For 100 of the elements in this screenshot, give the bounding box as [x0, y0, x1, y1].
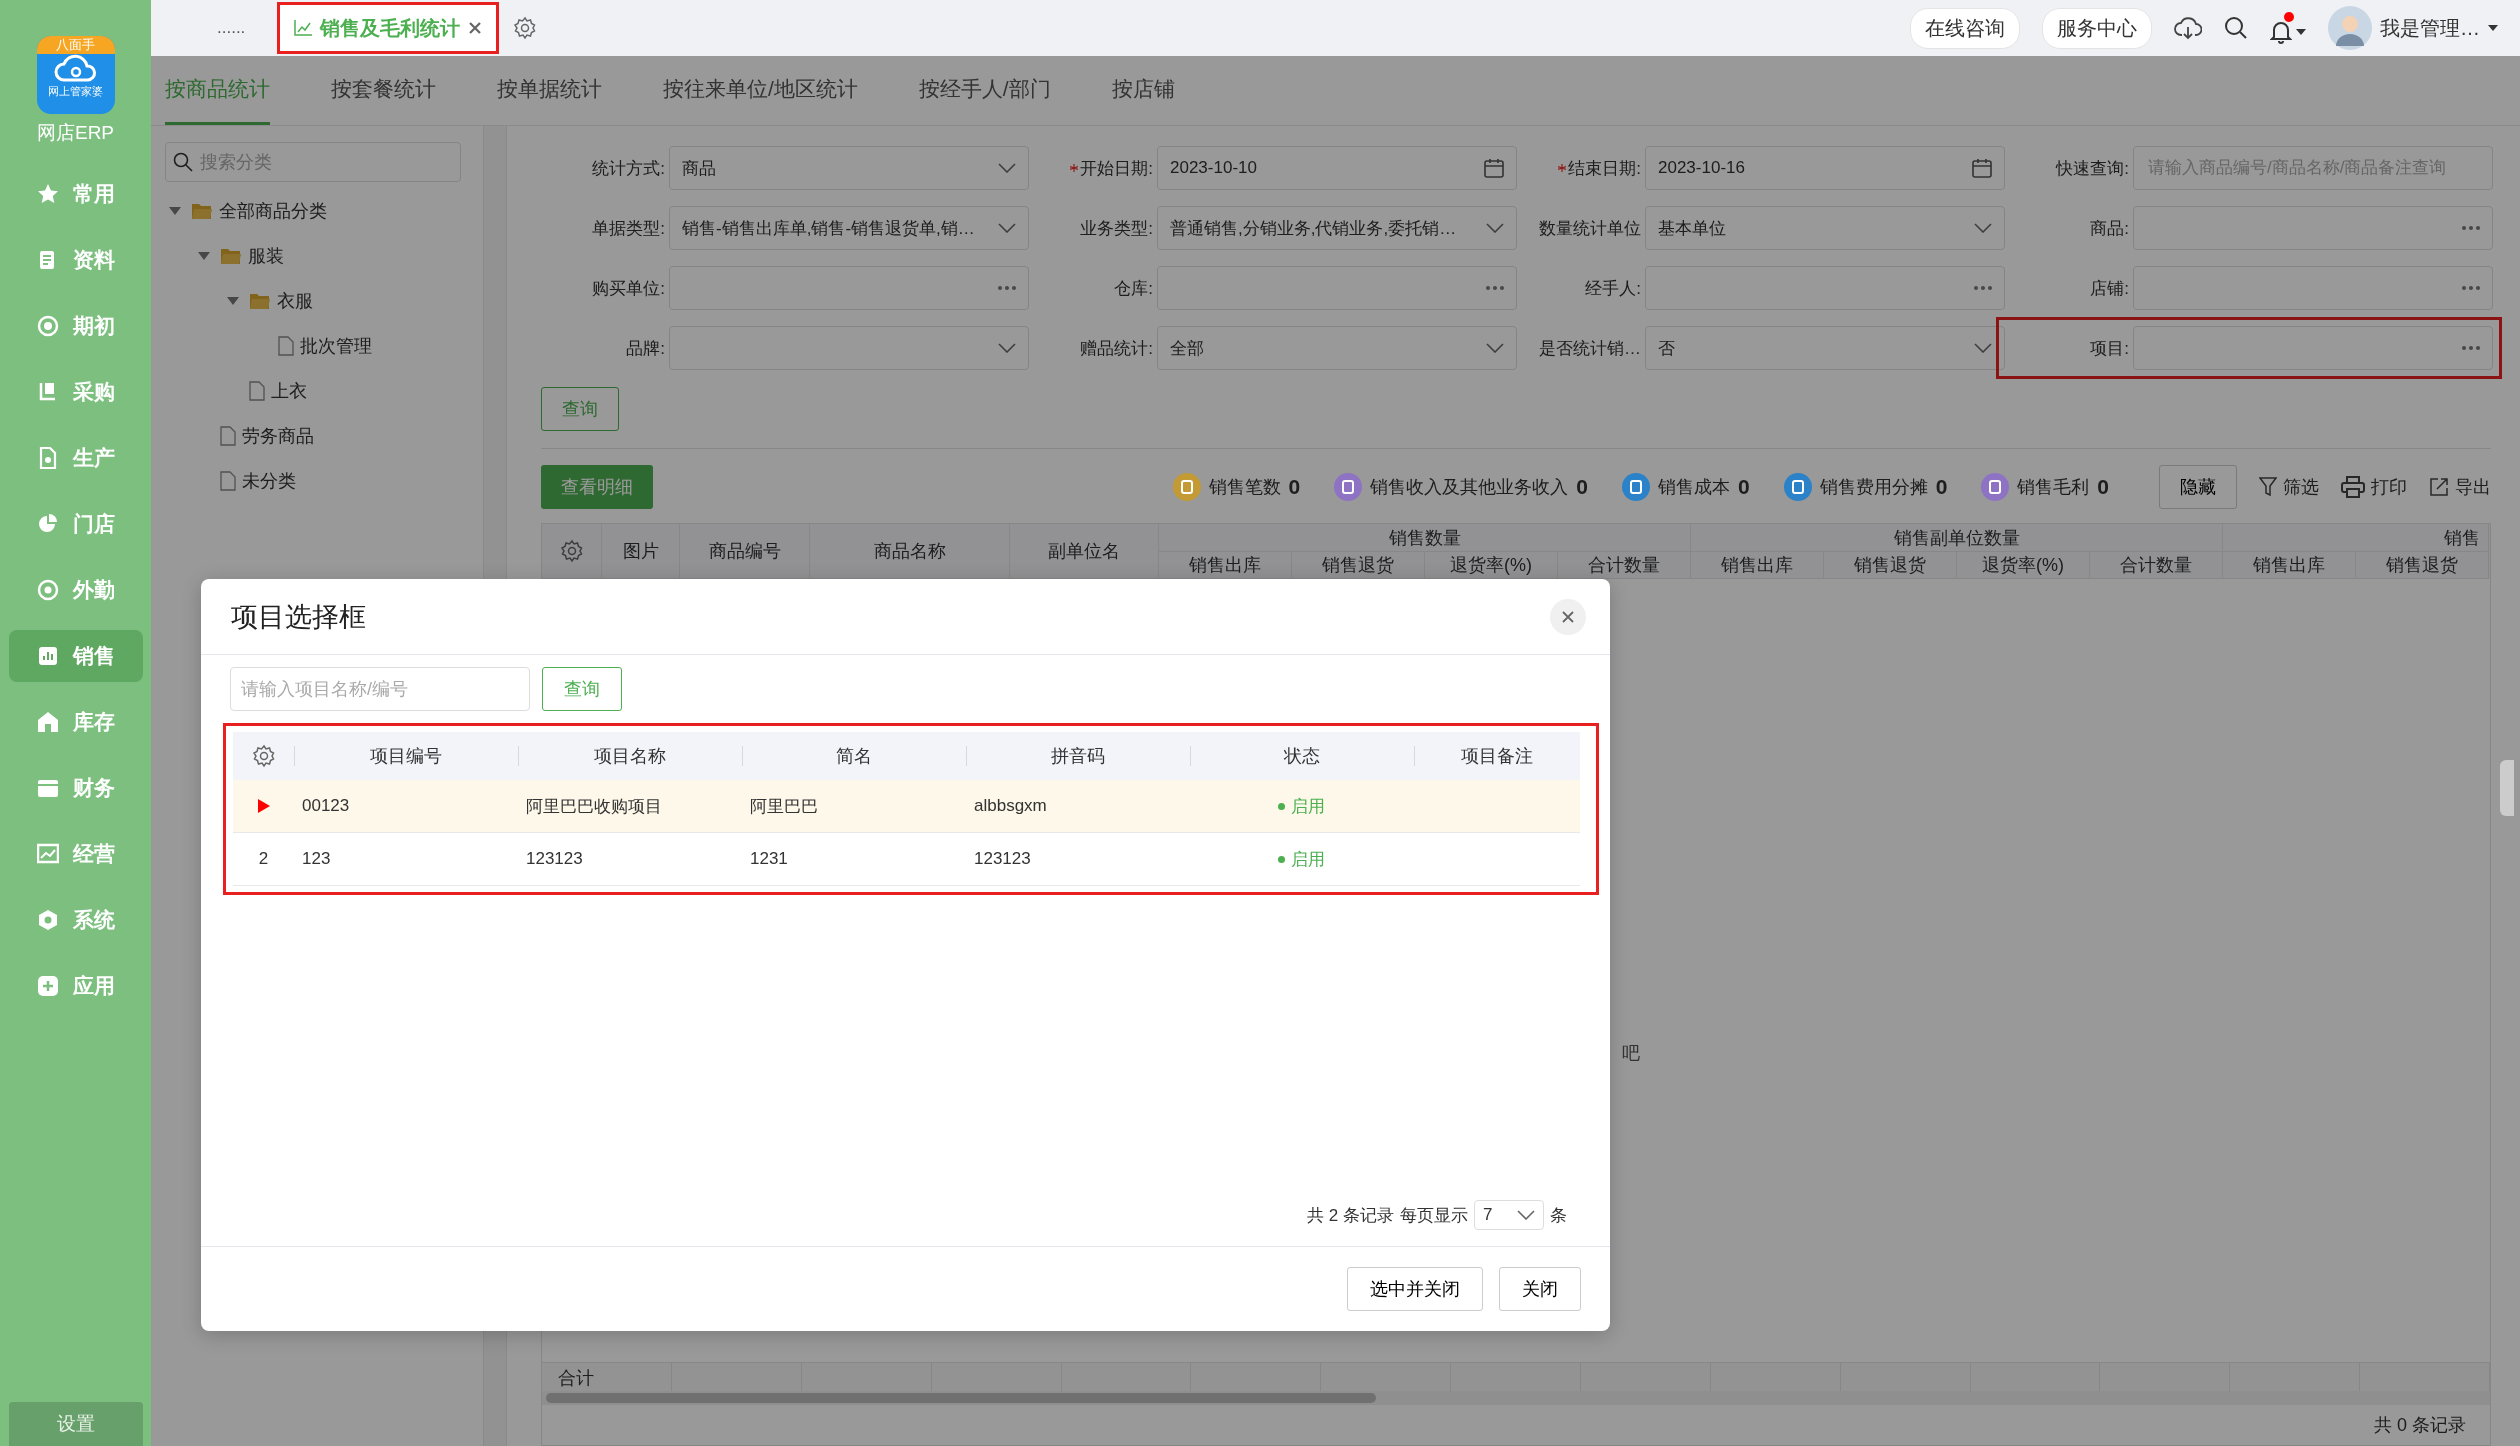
dialog-button[interactable]: 关闭	[1499, 1267, 1581, 1311]
stat-label: 销售费用分摊	[1819, 476, 1928, 499]
field-label: 购买单位:	[591, 277, 666, 300]
field-label: 品牌:	[625, 337, 666, 360]
toolbar-button[interactable]: 导出	[2429, 475, 2491, 499]
target-icon	[36, 579, 59, 601]
picker-field[interactable]	[669, 266, 1029, 310]
column-header: 销售退货	[2356, 552, 2489, 579]
bar-chart-icon	[36, 645, 59, 667]
report-tab[interactable]: 按单据统计	[497, 56, 602, 125]
more-icon[interactable]	[1486, 286, 1504, 290]
folder-icon	[191, 201, 213, 220]
field-label: 开始日期:	[1029, 146, 1157, 190]
file-icon	[278, 335, 294, 356]
page-size-unit: 条	[1550, 1204, 1567, 1227]
collapse-handle[interactable]	[2500, 760, 2514, 816]
field-label: 数量统计单位	[1538, 217, 1642, 240]
page-size-label: 每页显示	[1400, 1204, 1468, 1227]
field-label: 赠品统计:	[1079, 337, 1154, 360]
tree-item[interactable]: 劳务商品	[242, 423, 314, 448]
column-group-header: 销售	[2223, 524, 2489, 552]
tree-item[interactable]: 衣服	[277, 288, 313, 313]
stat-value: 0	[1576, 475, 1588, 499]
report-tab[interactable]: 按店铺	[1111, 56, 1175, 125]
date-field[interactable]: 2023-10-10	[1157, 146, 1517, 190]
tree-item[interactable]: 批次管理	[300, 333, 372, 358]
stat-label: 销售笔数	[1208, 476, 1281, 499]
hide-button[interactable]: 隐藏	[2159, 465, 2237, 509]
date-field[interactable]: 2023-10-16	[1645, 146, 2005, 190]
status-text: 启用	[1291, 795, 1325, 818]
column-header: 合计数量	[2090, 552, 2223, 579]
star-icon	[36, 183, 59, 205]
dialog-button[interactable]: 选中并关闭	[1347, 1267, 1483, 1311]
expand-toggle-icon[interactable]	[168, 205, 182, 216]
tree-item[interactable]: 服装	[248, 243, 284, 268]
page-size-select[interactable]: 7	[1474, 1200, 1544, 1230]
stat-value: 0	[2097, 475, 2109, 499]
field-label: 快速查询:	[2054, 157, 2130, 180]
logo-text: 网上管家婆	[48, 84, 103, 99]
column-header: 销售出库	[1691, 552, 1824, 579]
picker-field[interactable]	[2133, 206, 2493, 250]
tree-item[interactable]: 全部商品分类	[219, 198, 327, 223]
search-field[interactable]: 请输入项目名称/编号	[230, 667, 530, 711]
user-menu[interactable]: 我是管理…	[2328, 6, 2498, 50]
expand-toggle-icon[interactable]	[226, 295, 240, 306]
more-icon[interactable]	[2462, 346, 2480, 350]
more-icon[interactable]	[998, 286, 1016, 290]
report-tab[interactable]: 按套餐统计	[331, 56, 436, 125]
folder-icon	[220, 246, 242, 265]
column-group-header: 销售副单位数量	[1691, 524, 2223, 552]
header-link[interactable]: 在线咨询	[1910, 7, 2020, 49]
toolbar-button[interactable]: 打印	[2341, 475, 2407, 499]
dropdown-field[interactable]: 否	[1645, 326, 2005, 370]
settings-icon[interactable]	[513, 16, 537, 40]
field-label: 统计方式:	[591, 157, 666, 180]
field-label: 商品:	[2089, 217, 2130, 240]
tree-item[interactable]: 上衣	[271, 378, 307, 403]
column-settings-icon[interactable]	[559, 539, 584, 563]
field-label: 店铺:	[2089, 277, 2130, 300]
folder-icon	[249, 291, 271, 310]
file-icon	[220, 425, 236, 446]
dropdown-field[interactable]: 商品	[669, 146, 1029, 190]
more-tabs[interactable]: ......	[217, 18, 277, 38]
cloud-download-icon[interactable]	[2174, 16, 2202, 40]
toolbar-button[interactable]: 筛选	[2259, 475, 2319, 499]
chevron-down-icon	[998, 163, 1016, 173]
dropdown-field[interactable]: 销售-销售出库单,销售-销售退货单,销…	[669, 206, 1029, 250]
dropdown-field[interactable]: 基本单位	[1645, 206, 2005, 250]
scrollbar[interactable]	[542, 1391, 2490, 1405]
report-tab[interactable]: 按往来单位/地区统计	[663, 56, 858, 125]
column-header: 项目名称	[518, 732, 742, 780]
export-icon	[2429, 477, 2449, 497]
file-icon	[220, 470, 236, 491]
more-icon[interactable]	[2462, 226, 2480, 230]
stat-label: 销售收入及其他业务收入	[1370, 476, 1569, 499]
header-link[interactable]: 服务中心	[2042, 7, 2152, 49]
dropdown-field[interactable]	[669, 326, 1029, 370]
stat-label: 销售成本	[1657, 476, 1730, 499]
picker-field[interactable]	[2133, 266, 2493, 310]
line-chart-icon	[36, 843, 59, 865]
search-icon[interactable]	[2224, 16, 2248, 40]
expand-toggle-icon[interactable]	[197, 250, 211, 261]
report-tab[interactable]: 按经手人/部门	[918, 56, 1051, 125]
notification-button[interactable]	[2270, 12, 2306, 44]
more-icon[interactable]	[2462, 286, 2480, 290]
more-icon[interactable]	[1974, 286, 1992, 290]
dropdown-field[interactable]: 全部	[1157, 326, 1517, 370]
field-label: 项目:	[2089, 337, 2130, 360]
tree-item[interactable]: 未分类	[242, 468, 296, 493]
status-text: 启用	[1291, 848, 1325, 871]
column-settings-icon[interactable]	[251, 744, 276, 768]
close-button[interactable]	[1550, 598, 1586, 635]
calendar-icon	[1972, 158, 1992, 178]
picker-field[interactable]	[2133, 326, 2493, 370]
dropdown-field[interactable]: 普通销售,分销业务,代销业务,委托销…	[1157, 206, 1517, 250]
table-cell: 123123	[966, 833, 1190, 886]
close-icon[interactable]	[468, 21, 482, 35]
picker-field[interactable]	[1645, 266, 2005, 310]
picker-field[interactable]	[1157, 266, 1517, 310]
wallet-icon	[36, 777, 59, 799]
